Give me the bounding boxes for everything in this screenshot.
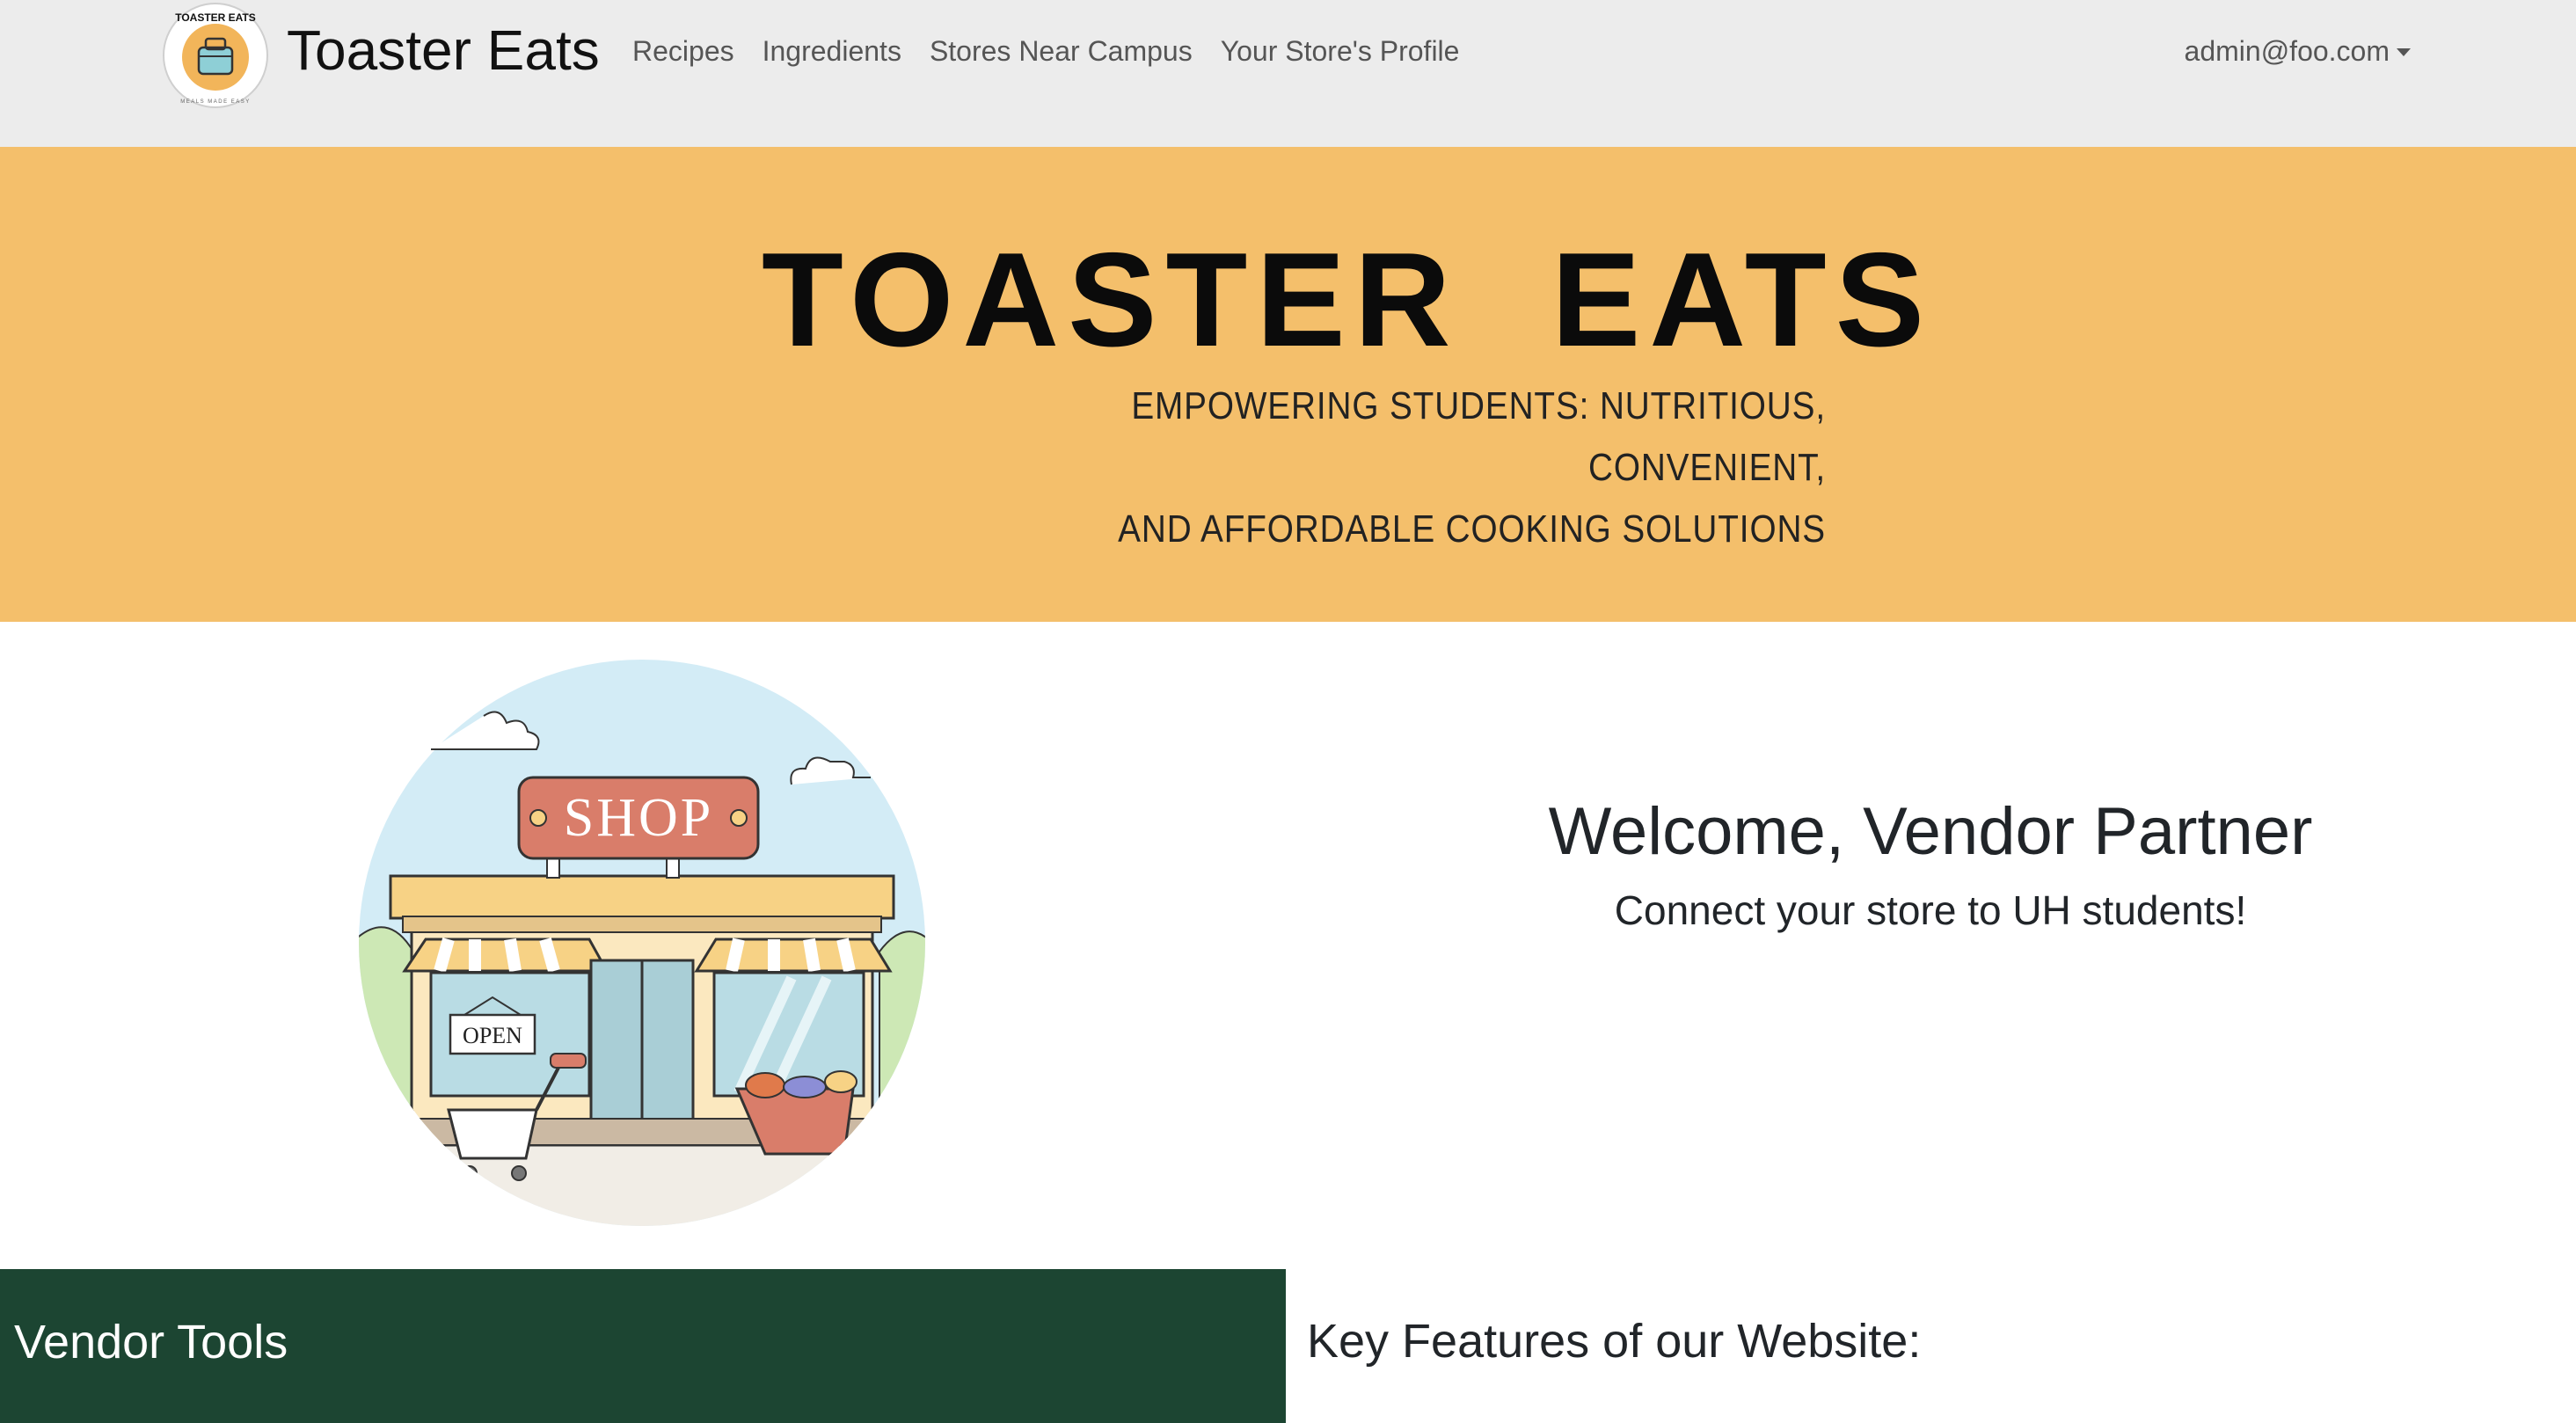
- nav-link-recipes[interactable]: Recipes: [632, 35, 734, 68]
- hero-subtitle-line-2: AND AFFORDABLE COOKING SOLUTIONS: [1118, 507, 1826, 551]
- hero-subtitle: EMPOWERING STUDENTS: NUTRITIOUS, CONVENI…: [916, 376, 1826, 560]
- nav-link-ingredients[interactable]: Ingredients: [763, 35, 901, 68]
- logo-tagline: MEALS MADE EASY: [180, 99, 251, 105]
- navbar: TOASTER EATS MEALS MADE EASY Toaster Eat…: [0, 0, 2576, 147]
- shop-sign-text: SHOP: [564, 788, 714, 848]
- hero-title: TOASTER EATS: [762, 225, 1934, 375]
- welcome-subtitle: Connect your store to UH students!: [1614, 887, 2247, 933]
- user-dropdown[interactable]: admin@foo.com: [2185, 35, 2411, 68]
- nav-link-stores-near-campus[interactable]: Stores Near Campus: [930, 35, 1193, 68]
- toaster-eats-logo[interactable]: TOASTER EATS MEALS MADE EASY: [158, 2, 273, 109]
- shop-illustration: SHOP OPEN: [359, 660, 925, 1226]
- nav-links: Recipes Ingredients Stores Near Campus Y…: [632, 35, 1459, 68]
- welcome-title: Welcome, Vendor Partner: [1548, 794, 2313, 869]
- user-email: admin@foo.com: [2184, 35, 2390, 67]
- logo-text: TOASTER EATS: [175, 11, 256, 24]
- vendor-tools-panel: Vendor Tools: [0, 1269, 1286, 1423]
- vendor-tools-title: Vendor Tools: [14, 1316, 288, 1368]
- caret-down-icon: [2397, 48, 2411, 56]
- open-sign-text: OPEN: [463, 1023, 522, 1048]
- hero-banner: TOASTER EATS EMPOWERING STUDENTS: NUTRIT…: [0, 147, 2576, 622]
- hero-subtitle-line-1: EMPOWERING STUDENTS: NUTRITIOUS, CONVENI…: [1131, 384, 1826, 489]
- key-features-title: Key Features of our Website:: [1307, 1315, 1922, 1368]
- nav-link-store-profile[interactable]: Your Store's Profile: [1221, 35, 1460, 68]
- brand-name[interactable]: Toaster Eats: [287, 18, 600, 83]
